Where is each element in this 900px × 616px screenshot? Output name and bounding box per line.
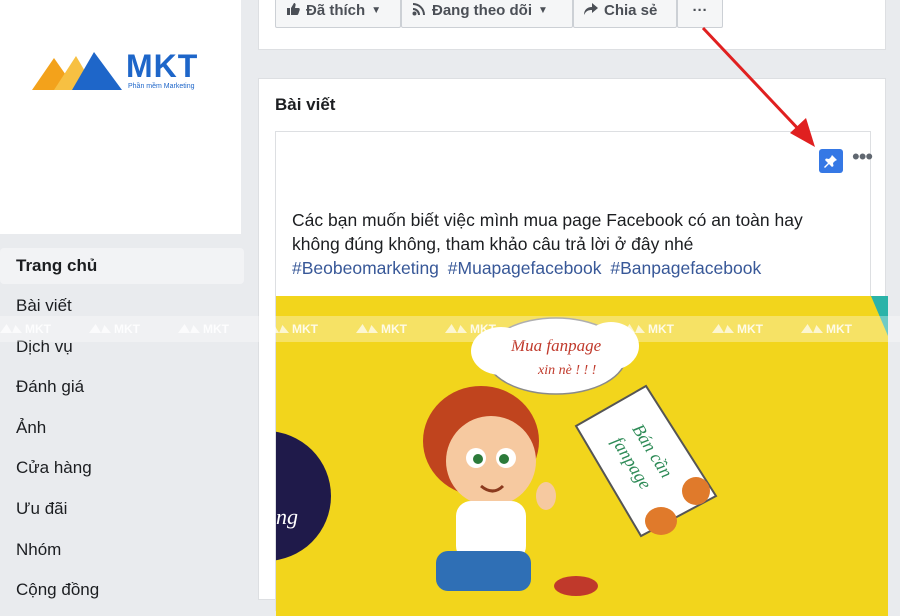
edge-text: ng (276, 504, 298, 529)
post-options-button[interactable]: ••• (852, 144, 873, 170)
watermark-item: MKT (712, 322, 763, 336)
watermark-item: MKT (267, 322, 318, 336)
post-image[interactable]: ng Mua fanpage xin nè ! ! ! Bán cần fanp… (276, 296, 888, 616)
posts-title: Bài viết (275, 95, 336, 114)
logo-text: MKT (126, 48, 199, 84)
watermark-item: MKT (178, 322, 229, 336)
chevron-down-icon: ▼ (538, 4, 548, 16)
post-text: Các bạn muốn biết việc mình mua page Fac… (292, 208, 852, 280)
share-button[interactable]: Chia sẻ (573, 0, 677, 28)
logo-mark-icon (32, 52, 122, 90)
following-button[interactable]: Đang theo dõi ▼ (401, 0, 573, 28)
watermark-item: MKT (445, 322, 496, 336)
cartoon-illustration: ng Mua fanpage xin nè ! ! ! Bán cần fanp… (276, 296, 888, 616)
sidebar-item-reviews[interactable]: Đánh giá (0, 369, 244, 410)
hashtag-link[interactable]: #Muapagefacebook (448, 258, 602, 278)
page-nav: Trang chủ Bài viết Dịch vụ Đánh giá Ảnh … (0, 248, 244, 613)
hashtag-link[interactable]: #Banpagefacebook (610, 258, 761, 278)
sidebar-item-community[interactable]: Cộng đồng (0, 572, 244, 613)
watermark-item: MKT (89, 322, 140, 336)
left-column: MKT Phần mềm Marketing Trang chủ Bài viế… (0, 0, 258, 600)
more-actions-button[interactable]: ··· (677, 0, 723, 28)
watermark-item: MKT (534, 322, 585, 336)
share-label: Chia sẻ (604, 1, 658, 19)
chevron-down-icon: ▼ (371, 4, 382, 16)
watermark-strip: MKT MKT MKT MKT MKT MKT MKT MKT MKT MKT (0, 316, 900, 342)
rss-icon (412, 2, 426, 19)
sidebar-item-photos[interactable]: Ảnh (0, 410, 244, 451)
more-icon: ··· (692, 1, 708, 19)
pin-icon[interactable] (819, 149, 843, 173)
profile-area: MKT Phần mềm Marketing (0, 0, 241, 234)
liked-label: Đã thích (306, 1, 366, 19)
post-text-line: không đúng không, tham khảo câu trả lời … (292, 234, 694, 254)
mkt-logo: MKT Phần mềm Marketing (32, 48, 222, 96)
cloud-text: xin nè ! ! ! (537, 363, 597, 378)
watermark-item: MKT (356, 322, 407, 336)
share-icon (584, 2, 598, 19)
like-icon (286, 2, 300, 19)
liked-button[interactable]: Đã thích ▼ (275, 0, 401, 28)
watermark-item: MKT (801, 322, 852, 336)
logo-tagline: Phần mềm Marketing (128, 83, 195, 90)
following-label: Đang theo dõi (432, 1, 532, 19)
hashtag-link[interactable]: #Beobeomarketing (292, 258, 439, 278)
sidebar-item-offers[interactable]: Ưu đãi (0, 491, 244, 532)
watermark-item: MKT (623, 322, 674, 336)
sidebar-item-groups[interactable]: Nhóm (0, 532, 244, 573)
sidebar-item-shop[interactable]: Cửa hàng (0, 450, 244, 491)
hashtags: #Beobeomarketing #Muapagefacebook #Banpa… (292, 256, 852, 280)
watermark-item: MKT (0, 322, 51, 336)
page-actions-card: Đã thích ▼ Đang theo dõi ▼ Chia sẻ ··· (258, 0, 886, 50)
post-text-line: Các bạn muốn biết việc mình mua page Fac… (292, 210, 803, 230)
sidebar-item-home[interactable]: Trang chủ (0, 248, 244, 284)
pinned-post: ••• Các bạn muốn biết việc mình mua page… (275, 131, 888, 616)
